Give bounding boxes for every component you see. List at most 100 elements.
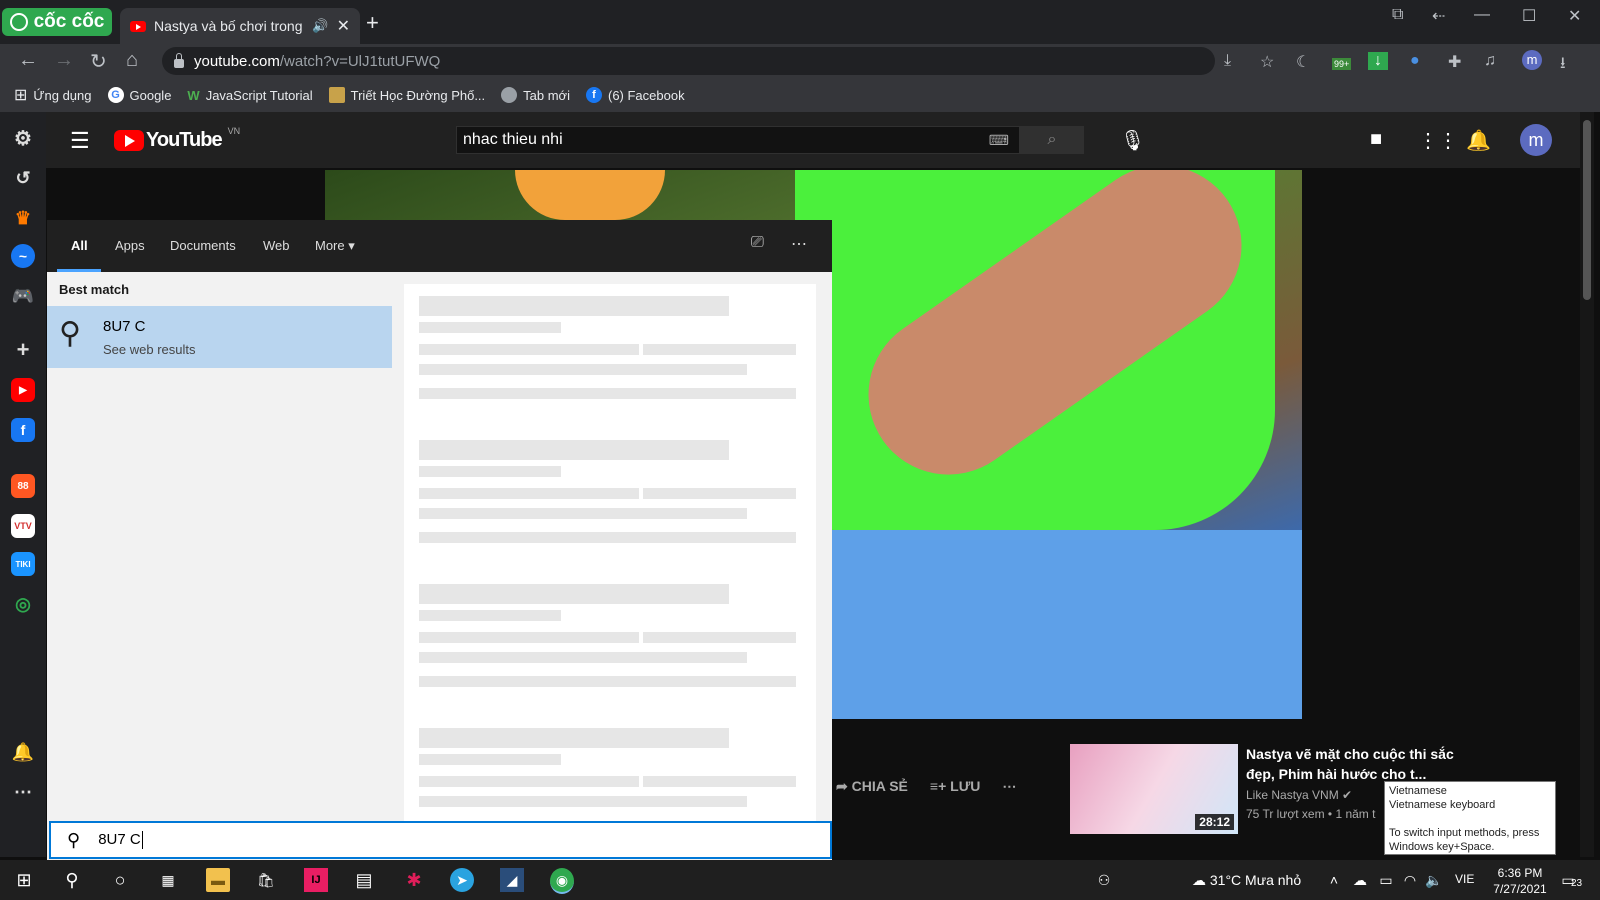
bookmark-new-tab[interactable]: Tab mới: [501, 87, 570, 103]
windows-search-input[interactable]: ⚲ 8U7 C: [49, 821, 832, 859]
task-view-icon[interactable]: ▦: [156, 868, 180, 892]
youtube-search-input[interactable]: nhac thieu nhi ⌨: [456, 126, 1020, 154]
crown-icon[interactable]: ♛: [11, 206, 35, 230]
vtv-go-icon[interactable]: VTV: [11, 514, 35, 538]
create-video-icon[interactable]: ■: [1370, 128, 1382, 151]
minimize-button[interactable]: —: [1474, 6, 1490, 24]
calculator-icon[interactable]: ▤: [352, 868, 376, 892]
forward-button[interactable]: →: [54, 49, 74, 72]
file-explorer-icon[interactable]: ▬: [206, 868, 230, 892]
recommended-title[interactable]: Nastya vẽ mặt cho cuộc thi sắc đẹp, Phim…: [1246, 744, 1466, 784]
notification-bell-icon[interactable]: 🔔: [11, 740, 35, 764]
people-icon[interactable]: ⚇: [1092, 868, 1116, 892]
input-language-indicator[interactable]: VIE: [1455, 872, 1474, 886]
wifi-icon[interactable]: ◠: [1398, 868, 1422, 892]
cortana-icon[interactable]: ○: [108, 868, 132, 892]
maximize-button[interactable]: ☐: [1522, 6, 1536, 26]
volume-icon[interactable]: 🔈: [1422, 868, 1446, 892]
bookmark-js-tutorial[interactable]: W JavaScript Tutorial: [187, 88, 312, 103]
back-sync-icon[interactable]: ⇠: [1432, 6, 1445, 26]
tiki-icon[interactable]: TIKI: [11, 552, 35, 576]
loading-placeholder: [419, 532, 796, 543]
video-fruit-shape: [515, 170, 665, 220]
downloads-icon[interactable]: ⭳: [1560, 52, 1566, 79]
slack-icon[interactable]: ✱: [402, 868, 426, 892]
gamepad-icon[interactable]: 🎮: [11, 284, 35, 308]
scrollbar-thumb[interactable]: [1583, 120, 1591, 300]
save-button[interactable]: ≡+ LƯU: [930, 778, 981, 795]
coccoc-taskbar-icon[interactable]: ◉: [550, 868, 574, 894]
battery-icon[interactable]: ▭: [1374, 868, 1398, 892]
more-actions-icon[interactable]: ⋯: [1002, 778, 1016, 795]
recommended-channel[interactable]: Like Nastya VNM ✔: [1246, 788, 1352, 802]
new-tab-button[interactable]: +: [366, 10, 379, 36]
playlist-icon[interactable]: ♫: [1484, 52, 1496, 70]
start-windows-icon[interactable]: ⊞: [12, 868, 36, 892]
bookmark-apps[interactable]: ⊞ Ứng dụng: [14, 85, 92, 105]
reload-button[interactable]: ↻: [90, 49, 107, 74]
hamburger-menu-icon[interactable]: ☰: [70, 128, 90, 154]
settings-gear-icon[interactable]: ⚙: [11, 126, 35, 150]
youtube-logo[interactable]: YouTube VN: [114, 126, 240, 152]
bookmark-star-icon[interactable]: ☆: [1260, 52, 1274, 72]
tab-apps[interactable]: Apps: [115, 238, 145, 253]
store-icon[interactable]: 🛍: [254, 868, 278, 892]
recommended-meta: 75 Tr lượt xem • 1 năm t: [1246, 807, 1376, 821]
facebook-shortcut-icon[interactable]: f: [11, 418, 35, 442]
search-icon[interactable]: ⚲: [60, 868, 84, 892]
more-options-icon[interactable]: ⋯: [791, 234, 807, 254]
share-button[interactable]: ➦ CHIA SẺ: [836, 778, 908, 795]
tab-documents[interactable]: Documents: [170, 238, 236, 253]
tab-web[interactable]: Web: [263, 238, 290, 253]
back-button[interactable]: ←: [18, 49, 38, 72]
clock[interactable]: 6:36 PM 7/27/2021: [1484, 865, 1556, 897]
bookmark-triet-hoc[interactable]: Triết Học Đường Phố...: [328, 87, 485, 103]
youtube-account-avatar[interactable]: m: [1520, 124, 1552, 156]
extension-badge-icon[interactable]: 99+: [1332, 58, 1352, 70]
messenger-icon[interactable]: ~: [11, 244, 35, 268]
youtube-search-button[interactable]: ⌕: [1020, 126, 1084, 154]
download-page-icon[interactable]: ⤓: [1224, 52, 1231, 70]
puzzle-extensions-icon[interactable]: ✚: [1448, 52, 1461, 72]
green-download-icon[interactable]: ↓: [1368, 52, 1388, 70]
notification-count: 23: [1571, 878, 1583, 889]
intellij-icon[interactable]: IJ: [304, 868, 328, 892]
home-button[interactable]: ⌂: [126, 49, 138, 72]
telegram-icon[interactable]: ➤: [450, 868, 474, 892]
bookmark-google[interactable]: G Google: [107, 87, 171, 103]
keyboard-icon[interactable]: ⌨: [989, 132, 1009, 149]
coccoc-brand-button[interactable]: cốc cốc: [2, 8, 112, 36]
add-shortcut-icon[interactable]: +: [11, 337, 35, 362]
tab-search-icon[interactable]: ⧉: [1392, 6, 1403, 24]
chat-bubble-icon[interactable]: ●: [1410, 52, 1420, 70]
dark-mode-icon[interactable]: ☾: [1296, 52, 1310, 72]
profile-avatar[interactable]: m: [1522, 50, 1542, 70]
w3-icon: W: [187, 87, 200, 103]
tab-more[interactable]: More ▾: [315, 238, 355, 254]
show-hidden-icons-icon[interactable]: ˄: [1322, 868, 1346, 892]
loading-placeholder: [419, 776, 639, 787]
game88-icon[interactable]: 88: [11, 474, 35, 498]
close-window-button[interactable]: ✕: [1568, 6, 1581, 26]
page-scrollbar[interactable]: [1580, 112, 1594, 857]
browser-tab-active[interactable]: Nastya và bố chơi trong 🔊 ✕: [120, 8, 360, 44]
tab-close-icon[interactable]: ✕: [337, 16, 350, 36]
history-icon[interactable]: ↺: [11, 166, 35, 190]
tab-all[interactable]: All: [71, 238, 88, 253]
apps-icon[interactable]: ⋮⋮: [1418, 128, 1458, 153]
coccoc-map-icon[interactable]: ◎: [11, 592, 35, 616]
recommended-thumbnail[interactable]: 28:12: [1070, 744, 1238, 834]
loading-placeholder: [643, 344, 796, 355]
best-match-result[interactable]: ⚲ 8U7 C See web results: [47, 306, 392, 368]
youtube-shortcut-icon[interactable]: ▶: [11, 378, 35, 402]
microphone-icon[interactable]: 🎙: [1120, 128, 1145, 153]
weather-widget[interactable]: ☁ 31°C Mưa nhỏ: [1192, 872, 1301, 889]
sql-server-icon[interactable]: ◢: [500, 868, 524, 892]
more-dots-icon[interactable]: ⋯: [11, 780, 35, 804]
notifications-bell-icon[interactable]: 🔔: [1466, 128, 1491, 153]
onedrive-icon[interactable]: ☁: [1348, 868, 1372, 892]
feedback-icon[interactable]: ⎚: [751, 234, 764, 252]
bookmark-facebook[interactable]: f (6) Facebook: [585, 87, 685, 103]
speaker-icon[interactable]: 🔊: [312, 18, 328, 34]
url-input[interactable]: youtube.com/watch?v=UlJ1tutUFWQ: [162, 47, 1215, 75]
